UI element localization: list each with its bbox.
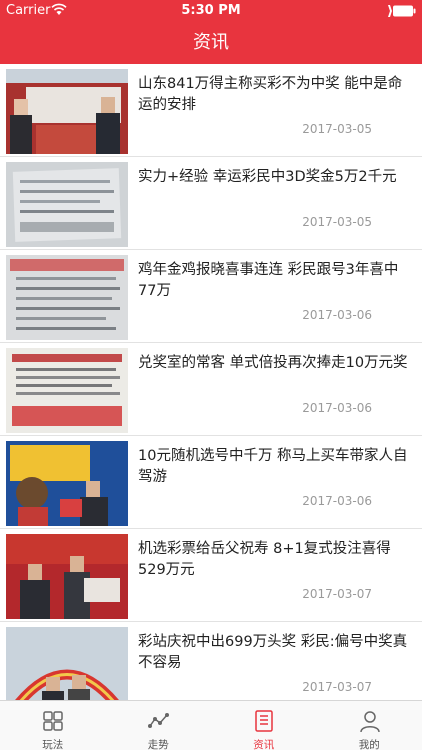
news-thumbnail [6,534,128,619]
news-item[interactable]: 机选彩票给岳父祝寿 8+1复式投注喜得529万元 2017-03-07 [0,529,422,622]
tab-trends[interactable]: 走势 [106,701,212,750]
news-thumbnail [6,162,128,247]
news-thumbnail [6,69,128,154]
news-headline: 10元随机选号中千万 称马上买车带家人自驾游 [138,448,408,485]
tab-bar: 玩法 走势 资讯 我的 [0,700,422,750]
news-headline: 兑奖室的常客 单式倍投再次捧走10万元奖 [138,355,408,371]
news-thumbnail [6,255,128,340]
navigation-bar: 资讯 [0,22,422,64]
news-headline: 彩站庆祝中出699万头奖 彩民:偏号中奖真不容易 [138,634,408,671]
news-thumbnail [6,348,128,433]
news-date: 2017-03-07 [302,587,372,601]
news-date: 2017-03-06 [302,401,372,415]
news-item[interactable]: 兑奖室的常客 单式倍投再次捧走10万元奖 2017-03-06 [0,343,422,436]
news-list-icon [255,710,273,732]
news-headline: 实力+经验 幸运彩民中3D奖金5万2千元 [138,169,397,185]
page-title: 资讯 [193,32,229,53]
news-item[interactable]: 彩站庆祝中出699万头奖 彩民:偏号中奖真不容易 2017-03-07 [0,622,422,700]
news-headline: 鸡年金鸡报晓喜事连连 彩民跟号3年喜中77万 [138,262,399,299]
tab-label: 我的 [358,739,380,750]
clock-time: 5:30 PM [181,3,241,18]
news-item[interactable]: 鸡年金鸡报晓喜事连连 彩民跟号3年喜中77万 2017-03-06 [0,250,422,343]
tab-label: 走势 [147,739,169,750]
news-date: 2017-03-07 [302,680,372,694]
news-item[interactable]: 10元随机选号中千万 称马上买车带家人自驾游 2017-03-06 [0,436,422,529]
news-date: 2017-03-05 [302,122,372,136]
status-bar: Carrier 5:30 PM [0,0,422,22]
news-date: 2017-03-05 [302,215,372,229]
tab-profile[interactable]: 我的 [317,701,422,750]
trend-line-icon [147,713,169,728]
person-icon [359,711,380,733]
tab-play-methods[interactable]: 玩法 [0,701,106,750]
news-headline: 山东841万得主称买彩不为中奖 能中是命运的安排 [138,76,403,113]
news-headline: 机选彩票给岳父祝寿 8+1复式投注喜得529万元 [138,541,391,578]
news-thumbnail [6,441,128,526]
news-date: 2017-03-06 [302,308,372,322]
news-date: 2017-03-06 [302,494,372,508]
battery-icon [388,5,416,17]
news-item[interactable]: 山东841万得主称买彩不为中奖 能中是命运的安排 2017-03-05 [0,64,422,157]
tab-label: 玩法 [42,739,64,750]
tab-news[interactable]: 资讯 [211,701,317,750]
grid-icon [43,711,63,731]
news-item[interactable]: 实力+经验 幸运彩民中3D奖金5万2千元 2017-03-05 [0,157,422,250]
news-thumbnail [6,627,128,700]
news-list[interactable]: 山东841万得主称买彩不为中奖 能中是命运的安排 2017-03-05 实力+经… [0,64,422,700]
tab-label: 资讯 [253,739,275,750]
